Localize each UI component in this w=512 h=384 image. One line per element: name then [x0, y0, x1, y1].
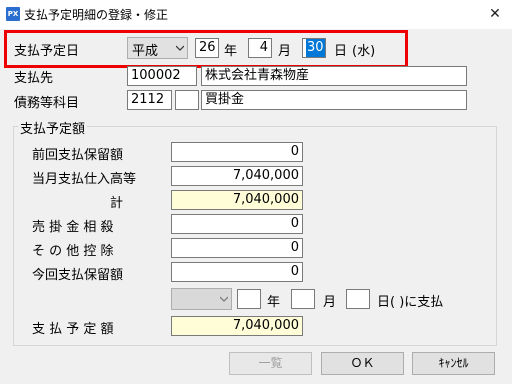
other-deduction-label: そ の 他 控 除	[32, 244, 114, 259]
deferral-year-unit: 年	[267, 295, 281, 310]
subtotal-field: 7,040,000	[171, 190, 303, 210]
account-label: 債務等科目	[14, 96, 80, 111]
list-button[interactable]: 一覧	[229, 352, 312, 375]
era-value: 平成	[132, 44, 159, 59]
ok-button[interactable]: ＯＫ	[321, 352, 404, 375]
account-name-field: 買掛金	[201, 90, 467, 110]
day-value: 30	[306, 39, 325, 57]
ar-offset-input[interactable]: 0	[171, 214, 303, 234]
payee-code-input[interactable]: 100002	[127, 66, 197, 86]
deferral-month-unit: 月	[323, 295, 337, 310]
payee-name-field: 株式会社青森物産	[201, 66, 467, 86]
prev-hold-input[interactable]: 0	[171, 142, 303, 162]
deferral-year-input[interactable]	[237, 289, 261, 309]
current-hold-label: 今回支払保留額	[32, 268, 124, 283]
deferral-era-select[interactable]	[171, 288, 232, 310]
group-title: 支払予定額	[18, 118, 88, 137]
chevron-down-icon	[220, 296, 228, 302]
prev-hold-label: 前回支払保留額	[32, 148, 124, 163]
payment-total-label: 支 払 予 定 額	[32, 322, 114, 337]
deferral-day-input[interactable]	[346, 289, 370, 309]
other-deduction-input[interactable]: 0	[171, 238, 303, 258]
month-unit: 月	[278, 44, 292, 59]
ar-offset-label: 売 掛 金 相 殺	[32, 220, 114, 235]
era-select[interactable]: 平成	[127, 37, 188, 59]
month-input[interactable]: 4	[248, 38, 272, 58]
current-purchase-input[interactable]: 7,040,000	[171, 166, 303, 186]
close-icon[interactable]: ✕	[480, 2, 510, 26]
payment-total-field: 7,040,000	[171, 316, 303, 336]
subtotal-label: 計	[110, 196, 124, 211]
app-icon: PX	[6, 7, 20, 21]
deferral-day-suffix: 日( )に支払	[377, 295, 444, 310]
payee-label: 支払先	[14, 71, 54, 86]
window-title: 支払予定明細の登録・修正	[24, 8, 169, 22]
year-input[interactable]: 26	[195, 38, 219, 58]
account-sub-input[interactable]	[175, 90, 199, 110]
deferral-month-input[interactable]	[291, 289, 315, 309]
chevron-down-icon	[176, 45, 184, 51]
cancel-button[interactable]: ｷｬﾝｾﾙ	[412, 352, 495, 375]
weekday: (水)	[352, 44, 376, 59]
current-purchase-label: 当月支払仕入高等	[32, 172, 137, 187]
payment-date-label: 支払予定日	[14, 44, 80, 59]
year-unit: 年	[224, 44, 238, 59]
current-hold-input[interactable]: 0	[171, 262, 303, 282]
day-unit: 日	[334, 44, 348, 59]
account-code-input[interactable]: 2112	[127, 90, 172, 110]
day-input[interactable]: 30	[302, 38, 326, 58]
